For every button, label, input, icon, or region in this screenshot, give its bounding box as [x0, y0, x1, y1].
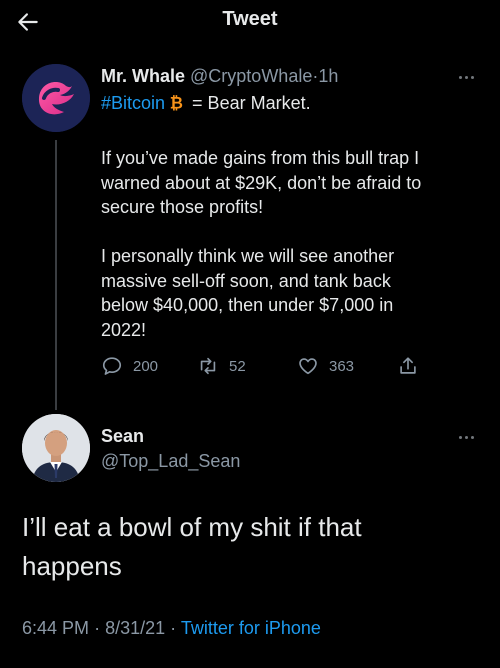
- tweet-line: massive sell-off soon, and tank back: [101, 270, 391, 291]
- reply-author-name-row: Sean: [101, 426, 144, 447]
- reply-time: 6:44 PM: [22, 618, 90, 638]
- reply-button[interactable]: 200: [101, 355, 158, 377]
- tweet-author-handle[interactable]: @CryptoWhale: [190, 66, 312, 86]
- tweet-line: below $40,000, then under $7,000 in: [101, 295, 394, 315]
- tweet-line: I personally think we will see another: [101, 246, 395, 266]
- bitcoin-emoji: ₿: [170, 93, 183, 111]
- top-bar: Tweet: [0, 0, 500, 44]
- more-dot: [458, 435, 462, 439]
- crypto-whale-avatar[interactable]: [22, 64, 90, 132]
- retweet-button[interactable]: 52: [197, 355, 246, 377]
- reply-line: happens: [22, 551, 122, 581]
- like-count: 363: [329, 357, 355, 375]
- speech-bubble-icon: [102, 357, 122, 375]
- tweet-author-name[interactable]: Mr. Whale: [101, 66, 185, 86]
- reply-more-button[interactable]: [454, 430, 478, 444]
- more-dot: [470, 75, 474, 79]
- thread-connector-line: [55, 140, 57, 410]
- profile-photo: [22, 414, 90, 482]
- twitter-for-iphone-link[interactable]: Twitter for iPhone: [181, 618, 321, 638]
- whale-logo-icon: [22, 64, 90, 132]
- reply-author-name[interactable]: Sean: [101, 426, 144, 446]
- tweet-line: secure those profits!: [101, 197, 264, 217]
- reply-body: I’ll eat a bowl of my shit if that happe…: [22, 508, 362, 586]
- more-dot: [458, 75, 462, 79]
- tweet-timestamp[interactable]: 1h: [318, 66, 338, 86]
- tweet-headline-text: = Bear Market.: [187, 93, 311, 113]
- share-icon: [400, 357, 416, 374]
- meta-separator: ·: [94, 618, 101, 638]
- tweet-action-bar: 200 52 363: [101, 355, 431, 381]
- like-button[interactable]: 363: [297, 355, 354, 377]
- tweet-more-button[interactable]: [454, 70, 478, 84]
- page-title: Tweet: [222, 8, 278, 30]
- heart-icon: [299, 358, 317, 375]
- tweet-author-row: Mr. Whale @CryptoWhale·1h: [101, 66, 338, 87]
- tweet-line: If you’ve made gains from this bull trap…: [101, 148, 420, 168]
- more-dot: [470, 435, 474, 439]
- reply-date: 8/31/21: [105, 618, 166, 638]
- reply-count: 200: [133, 357, 159, 375]
- sean-avatar[interactable]: [22, 414, 90, 482]
- bitcoin-hashtag-link[interactable]: #Bitcoin: [101, 93, 165, 113]
- retweet-count: 52: [229, 357, 246, 375]
- reply-author-handle-row: @Top_Lad_Sean: [101, 451, 240, 472]
- reply-meta: 6:44 PM · 8/31/21 · Twitter for iPhone: [22, 618, 321, 639]
- reply-line: I’ll eat a bowl of my shit if that: [22, 512, 362, 542]
- tweet-line: 2022!: [101, 319, 147, 340]
- retweet-icon: [200, 357, 216, 375]
- tweet-paragraph-2: I personally think we will see another m…: [101, 244, 394, 342]
- meta-separator: ·: [170, 618, 177, 638]
- more-dot: [464, 75, 468, 79]
- tweet-paragraph-1: If you’ve made gains from this bull trap…: [101, 146, 421, 220]
- tweet-headline: #Bitcoin ₿ = Bear Market.: [101, 91, 311, 116]
- tweet-line: warned about at $29K, don’t be afraid to: [101, 172, 422, 193]
- svg-text:₿: ₿: [170, 93, 183, 111]
- reply-author-handle[interactable]: @Top_Lad_Sean: [101, 451, 240, 471]
- share-button[interactable]: [397, 355, 419, 377]
- more-dot: [464, 435, 468, 439]
